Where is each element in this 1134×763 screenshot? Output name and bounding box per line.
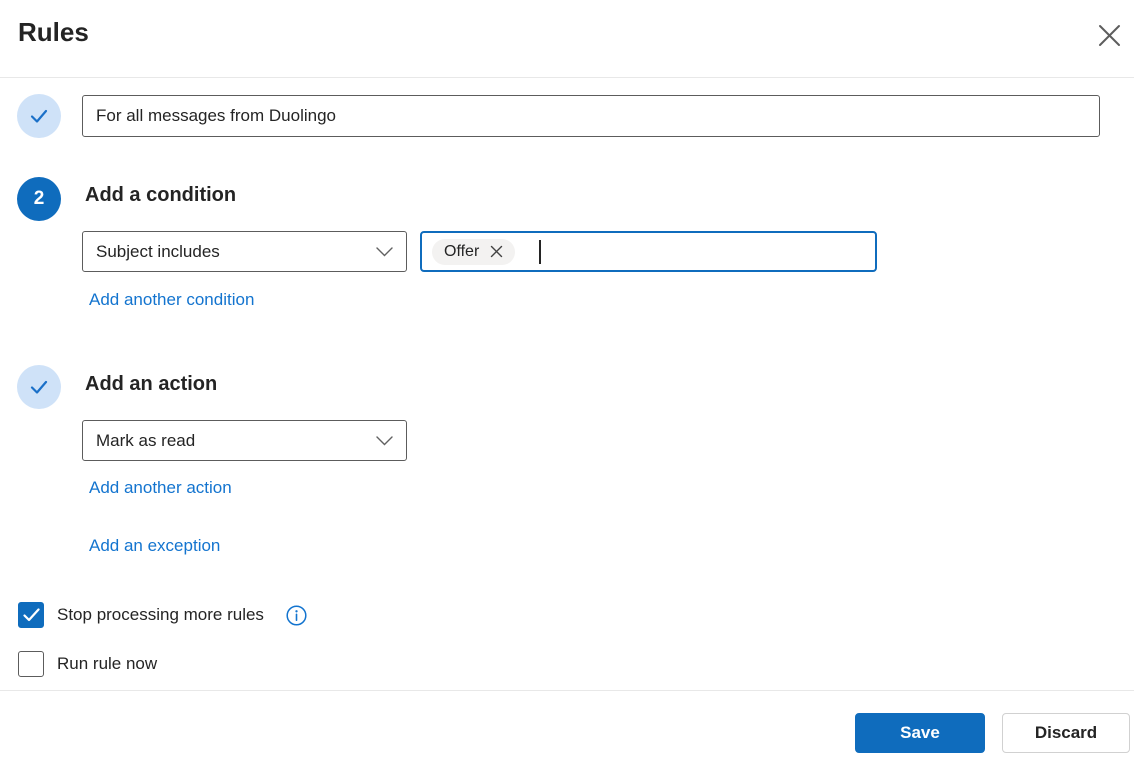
add-another-condition-link[interactable]: Add another condition [89,290,254,310]
rule-name-input[interactable] [82,95,1100,137]
info-icon[interactable] [286,604,307,626]
check-icon [30,380,48,394]
step3-complete-badge [17,365,61,409]
action-select-value: Mark as read [96,430,196,450]
chip-dismiss-icon[interactable] [490,245,503,258]
text-cursor [539,239,541,264]
add-another-action-link[interactable]: Add another action [89,478,232,498]
run-rule-checkbox[interactable] [18,651,44,677]
add-exception-link[interactable]: Add an exception [89,536,220,556]
chevron-down-icon [376,246,393,256]
action-heading: Add an action [85,373,218,395]
condition-select[interactable]: Subject includes [82,231,407,272]
save-button[interactable]: Save [855,713,985,753]
discard-button[interactable]: Discard [1002,713,1130,753]
run-rule-label: Run rule now [57,654,158,673]
condition-select-value: Subject includes [96,241,220,261]
footer-divider [0,690,1134,691]
rules-dialog: Rules 2 Add a condition Subject includes… [0,0,1134,763]
step2-number-badge: 2 [17,177,61,221]
page-title: Rules [18,17,89,47]
header-divider [0,77,1134,78]
checkbox-check-icon [22,608,40,622]
stop-processing-label: Stop processing more rules [57,605,264,624]
step1-complete-badge [17,94,61,138]
stop-processing-option: Stop processing more rules [18,602,307,628]
chevron-down-icon [376,435,393,445]
close-button[interactable] [1092,18,1126,52]
chip-label: Offer [444,242,480,260]
check-icon [30,109,48,123]
close-icon [1098,24,1120,46]
condition-value-input[interactable]: Offer [420,231,877,272]
action-select[interactable]: Mark as read [82,420,407,461]
step-number: 2 [33,188,45,209]
stop-processing-checkbox[interactable] [18,602,44,628]
run-rule-option: Run rule now [18,651,157,677]
condition-value-chip: Offer [432,238,516,265]
condition-heading: Add a condition [85,184,237,206]
